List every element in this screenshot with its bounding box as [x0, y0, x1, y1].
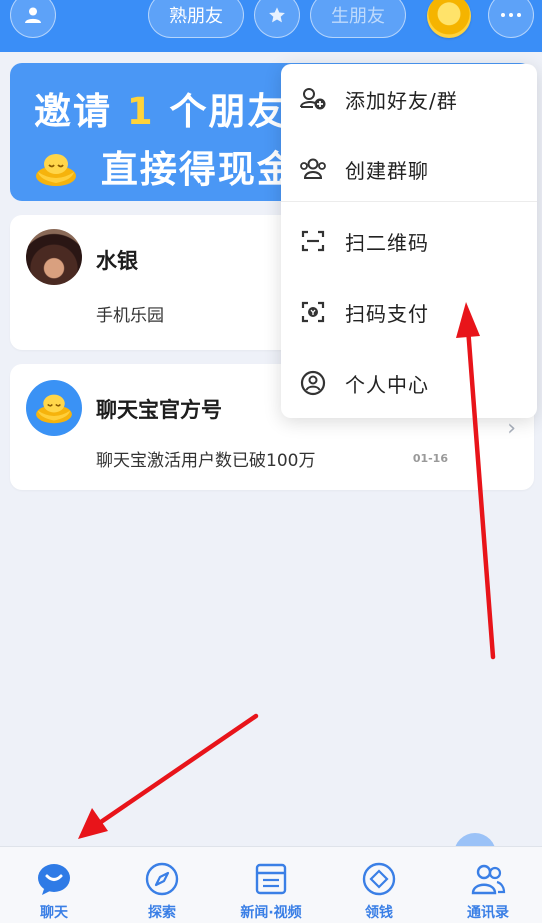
gold-coin-icon[interactable] — [427, 0, 471, 38]
menu-item-label: 添加好友/群 — [345, 88, 458, 113]
compass-icon — [145, 862, 179, 896]
menu-item-profile[interactable]: 个人中心 — [281, 348, 537, 418]
star-icon — [269, 7, 285, 23]
nav-label: 探索 — [148, 905, 176, 921]
chat-preview: 手机乐园 — [96, 306, 164, 326]
nav-item-chat[interactable]: 聊天 — [0, 847, 108, 923]
menu-item-label: 扫码支付 — [345, 301, 429, 326]
contacts-icon — [471, 864, 506, 895]
nav-label: 通讯录 — [467, 905, 509, 921]
menu-item-label: 扫二维码 — [345, 230, 429, 255]
avatar — [26, 229, 82, 285]
more-dropdown-menu: 添加好友/群 创建群聊 扫二维码 扫码支付 个人中心 — [281, 64, 537, 418]
chat-preview: 聊天宝激活用户数已破100万 — [96, 451, 316, 471]
tab-stranger-label: 生朋友 — [331, 6, 385, 27]
menu-item-scan-pay[interactable]: 扫码支付 — [281, 277, 537, 347]
menu-divider — [281, 201, 537, 202]
chat-name: 水银 — [96, 249, 138, 273]
arrow-to-chat-tab — [78, 713, 259, 839]
favorites-button[interactable] — [254, 0, 300, 38]
chat-name: 聊天宝官方号 — [96, 398, 222, 422]
more-dots-icon — [501, 13, 521, 17]
profile-button[interactable] — [10, 0, 56, 38]
gold-ingot-icon — [36, 154, 76, 186]
chat-time: 01-16 — [412, 452, 448, 465]
scan-pay-icon — [301, 301, 325, 323]
more-button[interactable] — [488, 0, 534, 38]
top-bar: 熟朋友 生朋友 — [0, 0, 542, 52]
chevron-right-icon: › — [507, 416, 516, 441]
menu-item-label: 创建群聊 — [345, 158, 429, 183]
nav-item-news-video[interactable]: 新闻·视频 — [217, 847, 325, 923]
group-icon — [300, 158, 326, 179]
banner-invite-suffix: 个朋友 — [169, 90, 287, 133]
banner-line-2: 直接得现金 — [34, 139, 296, 193]
nav-item-contacts[interactable]: 通讯录 — [434, 847, 542, 923]
bottom-navigation: 聊天 探索 新闻·视频 领钱 通讯录 — [0, 846, 542, 923]
tab-familiar-label: 熟朋友 — [169, 6, 223, 27]
add-friend-icon — [300, 88, 326, 110]
banner-invite-text: 邀请 — [34, 90, 112, 133]
tab-stranger-friends[interactable]: 生朋友 — [310, 0, 406, 38]
nav-item-get-money[interactable]: 领钱 — [325, 847, 433, 923]
nav-label: 领钱 — [365, 905, 393, 921]
menu-item-scan-qr[interactable]: 扫二维码 — [281, 206, 537, 276]
nav-item-explore[interactable]: 探索 — [108, 847, 216, 923]
scan-icon — [301, 230, 325, 252]
banner-cash-text: 直接得现金 — [100, 148, 296, 191]
menu-item-add-friend[interactable]: 添加好友/群 — [281, 64, 537, 134]
avatar — [26, 380, 82, 436]
nav-label: 聊天 — [40, 905, 68, 921]
chat-icon — [38, 864, 70, 895]
menu-item-create-group[interactable]: 创建群聊 — [281, 134, 537, 204]
profile-icon — [300, 370, 326, 396]
banner-invite-number: 1 — [126, 90, 155, 133]
banner-line-1: 邀请 1 个朋友 — [34, 81, 287, 135]
tab-familiar-friends[interactable]: 熟朋友 — [148, 0, 244, 38]
news-icon — [255, 863, 287, 895]
user-icon — [25, 7, 41, 23]
nav-label: 新闻·视频 — [240, 905, 302, 921]
menu-item-label: 个人中心 — [345, 372, 429, 397]
gold-ingot-icon — [36, 394, 72, 424]
money-icon — [362, 862, 396, 896]
